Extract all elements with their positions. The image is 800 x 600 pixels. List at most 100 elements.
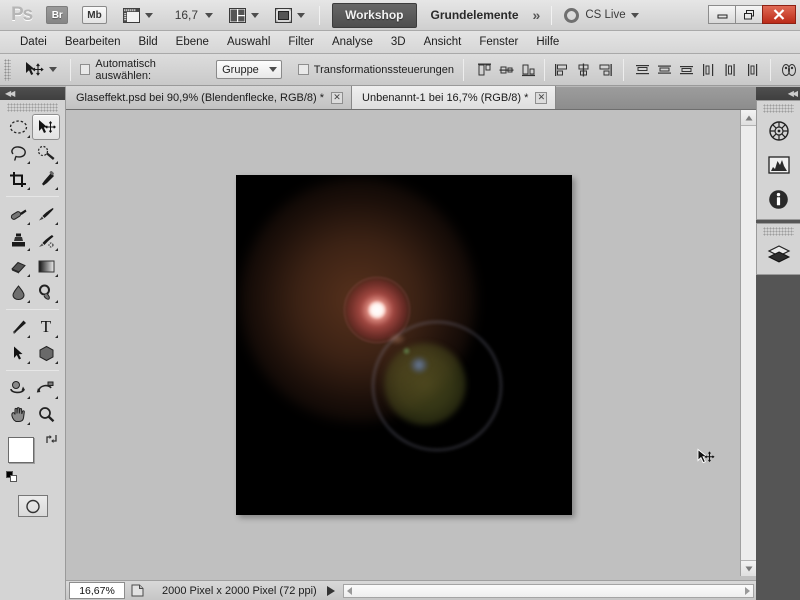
menu-datei[interactable]: Datei xyxy=(11,34,56,50)
blur-tool[interactable] xyxy=(4,279,32,305)
align-vertical-centers-icon[interactable] xyxy=(496,60,516,80)
view-extras-icon[interactable] xyxy=(123,8,153,23)
minimize-button[interactable] xyxy=(708,5,736,24)
cs-live-chevron-down-icon[interactable] xyxy=(631,13,639,18)
close-icon[interactable]: ✕ xyxy=(331,92,343,104)
distribute-top-edges-icon[interactable] xyxy=(632,60,652,80)
pen-tool[interactable] xyxy=(4,314,32,340)
scroll-right-button[interactable] xyxy=(745,587,750,595)
status-menu-arrow[interactable] xyxy=(327,586,335,596)
align-horizontal-centers-icon[interactable] xyxy=(573,60,593,80)
distribute-vertical-centers-icon[interactable] xyxy=(654,60,674,80)
brush-tool[interactable] xyxy=(32,201,60,227)
arrange-documents-icon[interactable] xyxy=(229,8,259,23)
auto-select-scope-dropdown[interactable]: Gruppe xyxy=(216,60,282,79)
eraser-tool[interactable] xyxy=(4,253,32,279)
quick-selection-tool[interactable] xyxy=(32,140,60,166)
menu-ebene[interactable]: Ebene xyxy=(167,34,218,50)
dodge-tool[interactable] xyxy=(32,279,60,305)
path-selection-tool[interactable] xyxy=(4,340,32,366)
auto-select-checkbox[interactable] xyxy=(80,64,91,75)
menu-auswahl[interactable]: Auswahl xyxy=(218,34,279,50)
history-brush-tool[interactable] xyxy=(32,227,60,253)
workspace-more-chevron-icon[interactable]: » xyxy=(533,7,538,23)
vertical-scrollbar[interactable] xyxy=(740,110,756,576)
maximize-button[interactable] xyxy=(735,5,763,24)
lasso-tool[interactable] xyxy=(4,140,32,166)
screen-mode-icon[interactable] xyxy=(275,8,305,23)
tool-preset-chevron-down-icon[interactable] xyxy=(49,67,57,72)
align-top-edges-icon[interactable] xyxy=(474,60,494,80)
menu-hilfe[interactable]: Hilfe xyxy=(527,34,568,50)
document-canvas-area[interactable] xyxy=(66,110,756,600)
tools-panel-collapse-button[interactable]: ◀◀ xyxy=(0,87,65,100)
image-canvas[interactable] xyxy=(236,175,572,515)
align-bottom-edges-icon[interactable] xyxy=(518,60,538,80)
layers-panel-icon[interactable] xyxy=(762,238,796,270)
panel-group-2-drag-handle[interactable] xyxy=(763,227,794,236)
navigator-panel-icon[interactable] xyxy=(762,115,796,147)
move-tool[interactable] xyxy=(32,114,60,140)
scroll-down-button[interactable] xyxy=(741,560,757,576)
document-tab-glaseffekt[interactable]: Glaseffekt.psd bei 90,9% (Blendenflecke,… xyxy=(66,86,352,109)
menu-bearbeiten[interactable]: Bearbeiten xyxy=(56,34,130,50)
info-panel-icon[interactable] xyxy=(762,183,796,215)
workspace-workshop-button[interactable]: Workshop xyxy=(332,3,416,28)
transform-controls-checkbox[interactable] xyxy=(298,64,309,75)
menu-ansicht[interactable]: Ansicht xyxy=(415,34,471,50)
document-tab-glaseffekt-label: Glaseffekt.psd bei 90,9% (Blendenflecke,… xyxy=(76,92,324,104)
distribute-right-edges-icon[interactable] xyxy=(742,60,762,80)
default-colors-icon[interactable] xyxy=(6,471,18,483)
type-tool[interactable]: T xyxy=(32,314,60,340)
gradient-tool[interactable] xyxy=(32,253,60,279)
align-left-edges-icon[interactable] xyxy=(551,60,571,80)
screen-mode-chevron-down-icon[interactable] xyxy=(297,13,305,18)
auto-align-layers-icon[interactable] xyxy=(779,60,799,80)
panel-dock-expand-button[interactable]: ◀◀ xyxy=(756,87,800,100)
shape-tool[interactable] xyxy=(32,340,60,366)
horizontal-scrollbar[interactable] xyxy=(343,584,754,598)
menu-bild[interactable]: Bild xyxy=(129,34,166,50)
align-right-edges-icon[interactable] xyxy=(595,60,615,80)
launch-mini-bridge-button[interactable]: Mb xyxy=(82,6,106,24)
zoom-chevron-down-icon[interactable] xyxy=(205,13,213,18)
scroll-up-button[interactable] xyxy=(741,110,757,126)
3d-camera-rotate-tool[interactable] xyxy=(32,375,60,401)
histogram-panel-icon[interactable] xyxy=(762,149,796,181)
distribute-horizontal-centers-icon[interactable] xyxy=(720,60,740,80)
scroll-left-button[interactable] xyxy=(347,587,352,595)
tools-panel-drag-handle[interactable] xyxy=(7,103,58,112)
crop-tool[interactable] xyxy=(4,166,32,192)
quick-mask-icon[interactable] xyxy=(18,495,48,517)
distribute-left-edges-icon[interactable] xyxy=(698,60,718,80)
zoom-percentage-field[interactable]: 16,67% xyxy=(69,582,125,599)
menu-fenster[interactable]: Fenster xyxy=(470,34,527,50)
spot-healing-brush-tool[interactable] xyxy=(4,201,32,227)
panel-group-drag-handle[interactable] xyxy=(763,104,794,113)
3d-object-rotate-tool[interactable] xyxy=(4,375,32,401)
menu-analyse[interactable]: Analyse xyxy=(323,34,382,50)
arrange-chevron-down-icon[interactable] xyxy=(251,13,259,18)
close-button[interactable] xyxy=(762,5,796,24)
cs-live-button[interactable]: CS Live xyxy=(564,8,638,23)
current-tool-preset-picker[interactable] xyxy=(20,61,61,79)
hand-tool[interactable] xyxy=(4,401,32,427)
auto-select-scope-value: Gruppe xyxy=(222,64,259,76)
document-thumbnail-icon[interactable] xyxy=(128,582,146,599)
view-extras-chevron-down-icon[interactable] xyxy=(145,13,153,18)
swap-colors-icon[interactable] xyxy=(45,433,58,448)
close-icon[interactable]: ✕ xyxy=(535,92,547,104)
menu-filter[interactable]: Filter xyxy=(279,34,323,50)
foreground-color-swatch[interactable] xyxy=(8,437,34,463)
launch-bridge-button[interactable]: Br xyxy=(46,6,68,24)
menu-3d[interactable]: 3D xyxy=(382,34,415,50)
document-tab-unbenannt-1[interactable]: Unbenannt-1 bei 16,7% (RGB/8) * ✕ xyxy=(352,86,556,109)
distribute-bottom-edges-icon[interactable] xyxy=(676,60,696,80)
zoom-tool[interactable] xyxy=(32,401,60,427)
workspace-grundelemente-button[interactable]: Grundelemente xyxy=(431,8,519,22)
clone-stamp-tool[interactable] xyxy=(4,227,32,253)
marquee-tool[interactable] xyxy=(4,114,32,140)
eyedropper-tool[interactable] xyxy=(32,166,60,192)
zoom-level-display[interactable]: 16,7 xyxy=(175,8,198,22)
options-bar-drag-handle[interactable] xyxy=(4,59,11,81)
